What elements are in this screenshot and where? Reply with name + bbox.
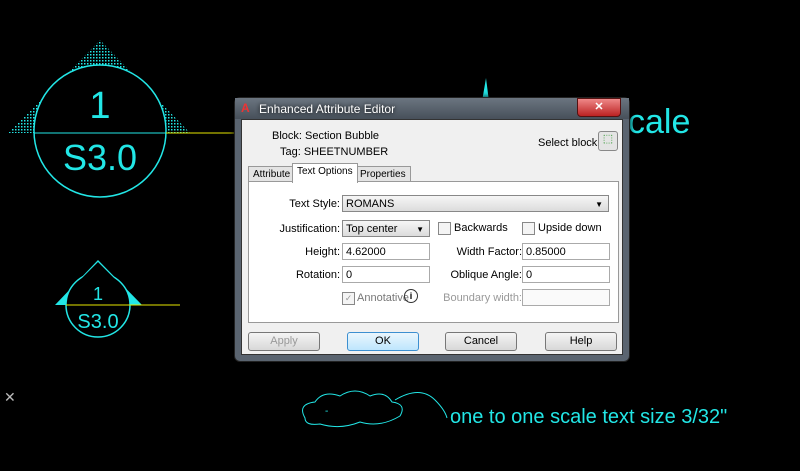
bubble-number: 1 [89,85,110,127]
annotative-checkbox[interactable]: ✓ [342,292,355,305]
height-input[interactable]: 4.62000 [342,243,430,260]
partial-text: cale [628,103,690,141]
width-factor-input[interactable]: 0.85000 [522,243,610,260]
boundary-width-label: Boundary width: [443,292,522,304]
apply-button[interactable]: Apply [248,332,320,351]
small-bubble-sheet: S3.0 [77,311,118,333]
text-style-label: Text Style: [289,198,340,210]
upside-down-checkbox[interactable] [522,222,535,235]
block-label: Block: Section Bubble [272,130,380,142]
oblique-angle-input[interactable]: 0 [522,266,610,283]
tab-properties[interactable]: Properties [355,166,411,182]
enhanced-attribute-editor-dialog: A Enhanced Attribute Editor ✕ Block: Sec… [234,97,630,362]
close-button[interactable]: ✕ [577,98,621,117]
ok-button[interactable]: OK [347,332,419,351]
dialog-title: Enhanced Attribute Editor [259,102,396,116]
chevron-down-icon: ▼ [595,200,603,209]
tab-text-options[interactable]: Text Options [292,163,358,183]
revision-cloud [302,390,403,428]
select-block-label: Select block [538,137,598,149]
note-text: one to one scale text size 3/32" [450,406,727,428]
info-icon[interactable]: i [404,289,418,303]
tab-attribute[interactable]: Attribute [248,166,296,182]
help-button[interactable]: Help [545,332,617,351]
backwards-label: Backwards [454,222,508,234]
small-bubble-number: 1 [93,284,103,304]
cancel-button[interactable]: Cancel [445,332,517,351]
text-options-panel: Text Style: ROMANS ▼ Justification: Top c… [248,181,619,323]
text-style-select[interactable]: ROMANS ▼ [342,195,609,212]
boundary-width-input[interactable] [522,289,610,306]
select-block-button[interactable]: ⬚ [598,131,618,151]
oblique-angle-label: Oblique Angle: [450,269,522,281]
height-label: Height: [305,246,340,258]
chevron-down-icon: ▼ [416,225,424,234]
upside-down-label: Upside down [538,222,602,234]
justification-label: Justification: [279,223,340,235]
svg-text:-: - [325,406,328,417]
tag-label: Tag: SHEETNUMBER [280,146,389,158]
annotative-label: Annotative [357,292,409,304]
rotation-label: Rotation: [295,269,340,281]
justification-select[interactable]: Top center ▼ [342,220,430,237]
rotation-input[interactable]: 0 [342,266,430,283]
autocad-lt-icon: A [241,101,250,115]
select-block-icon: ⬚ [602,133,614,145]
width-factor-label: Width Factor: [456,246,522,258]
title-bar[interactable]: A Enhanced Attribute Editor ✕ [235,98,629,119]
justification-value: Top center [346,223,398,235]
ucs-icon: ✕ [4,389,16,405]
text-style-value: ROMANS [346,198,395,210]
bubble-sheet: S3.0 [63,137,137,178]
backwards-checkbox[interactable] [438,222,451,235]
